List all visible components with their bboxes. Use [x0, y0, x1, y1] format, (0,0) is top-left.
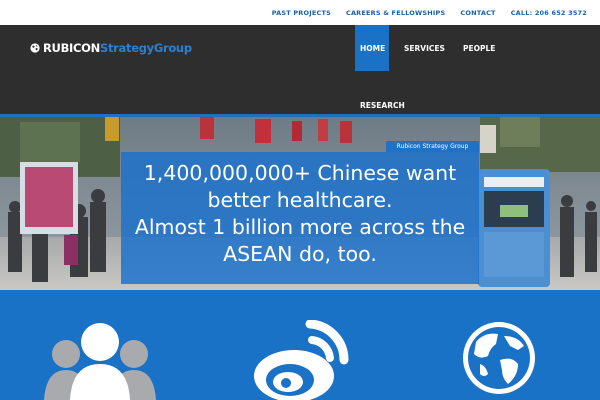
top-utility-bar: PAST PROJECTS CAREERS & FELLOWSHIPS CONT… [0, 0, 600, 25]
hero-line-2: better healthcare. [207, 188, 393, 212]
contact-link[interactable]: CONTACT [460, 9, 495, 17]
site-logo[interactable]: RUBICON StrategyGroup [30, 41, 192, 55]
logo-text-rubicon: RUBICON [43, 41, 100, 55]
top-links: PAST PROJECTS CAREERS & FELLOWSHIPS CONT… [257, 9, 587, 17]
hero-line-3: Almost 1 billion more across the [134, 215, 466, 239]
people-group-icon[interactable] [44, 320, 156, 400]
hero-banner: Rubicon Strategy Group 1,400,000,000+ Ch… [0, 117, 600, 290]
hero-badge: Rubicon Strategy Group [386, 141, 479, 152]
hero-headline: 1,400,000,000+ Chinese want better healt… [121, 160, 479, 268]
nav-item-home[interactable]: HOME [360, 44, 385, 53]
globe-icon [30, 43, 40, 53]
hero-line-1: 1,400,000,000+ Chinese want [143, 161, 457, 185]
weibo-icon[interactable] [250, 320, 350, 400]
nav-item-services[interactable]: SERVICES [404, 44, 445, 53]
past-projects-link[interactable]: PAST PROJECTS [272, 9, 331, 17]
careers-fellowships-link[interactable]: CAREERS & FELLOWSHIPS [346, 9, 445, 17]
call-phone-link[interactable]: CALL: 206 652 3572 [511, 9, 587, 17]
feature-band [0, 290, 600, 400]
globe-icon[interactable] [460, 318, 540, 400]
nav-item-people[interactable]: PEOPLE [463, 44, 495, 53]
nav-item-research[interactable]: RESEARCH [360, 101, 405, 110]
site-header: RUBICON StrategyGroup HOME SERVICES PEOPL… [0, 25, 600, 114]
hero-line-4: ASEAN do, too. [223, 242, 377, 266]
logo-text-strategygroup: StrategyGroup [99, 41, 192, 55]
